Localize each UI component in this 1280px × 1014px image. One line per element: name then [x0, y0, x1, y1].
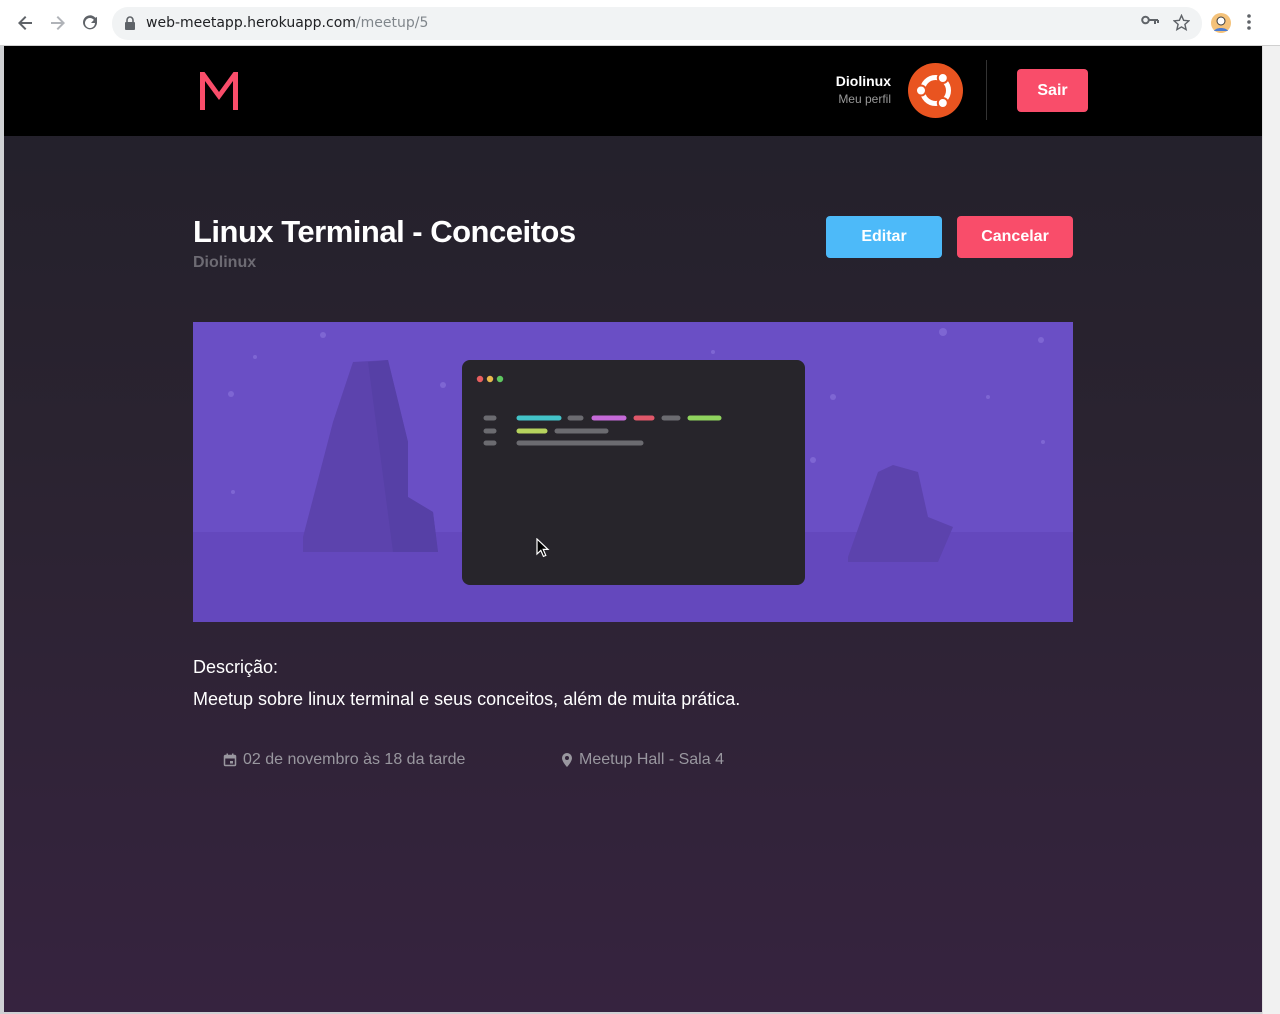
- address-bar[interactable]: web-meetapp.herokuapp.com/meetup/5: [112, 7, 1202, 40]
- meetup-banner-image: [193, 322, 1073, 622]
- cancel-button[interactable]: Cancelar: [957, 216, 1073, 258]
- description-label: Descrição:: [193, 657, 279, 677]
- scrollbar[interactable]: [1262, 46, 1280, 1014]
- user-name: Diolinux: [835, 73, 891, 89]
- meetup-date: 02 de novembro às 18 da tarde: [223, 751, 465, 769]
- meetup-location: Meetup Hall - Sala 4: [561, 751, 724, 769]
- back-arrow-icon[interactable]: [14, 12, 36, 34]
- forward-arrow-icon[interactable]: [47, 12, 69, 34]
- extension-icon[interactable]: [1210, 12, 1232, 34]
- description-text: Meetup sobre linux terminal e seus conce…: [193, 689, 741, 709]
- app-header: Diolinux Meu perfil Sair: [4, 46, 1262, 136]
- meetup-organizer: Diolinux: [193, 254, 257, 271]
- location-pin-icon: [562, 753, 572, 767]
- browser-toolbar: web-meetapp.herokuapp.com/meetup/5: [0, 0, 1280, 46]
- logout-button[interactable]: Sair: [1017, 69, 1088, 112]
- url-host: web-meetapp.herokuapp.com: [146, 15, 356, 31]
- url-text: web-meetapp.herokuapp.com/meetup/5: [146, 15, 428, 32]
- url-path: /meetup/5: [355, 15, 429, 31]
- calendar-icon: [223, 753, 237, 767]
- header-divider: [986, 60, 987, 120]
- bookmark-star-icon[interactable]: [1173, 14, 1190, 31]
- more-menu-icon[interactable]: [1247, 14, 1251, 30]
- key-icon[interactable]: [1141, 15, 1159, 25]
- lock-icon: [125, 16, 135, 30]
- profile-link[interactable]: Meu perfil: [838, 92, 891, 106]
- meetup-date-text: 02 de novembro às 18 da tarde: [243, 751, 466, 768]
- mouse-cursor-icon: [536, 538, 550, 558]
- terminal-illustration: [193, 322, 1073, 622]
- meetapp-logo-icon[interactable]: [197, 68, 241, 112]
- meetup-location-text: Meetup Hall - Sala 4: [579, 751, 724, 768]
- meetup-title: Linux Terminal - Conceitos: [193, 214, 576, 249]
- avatar[interactable]: [908, 63, 963, 118]
- edit-button[interactable]: Editar: [826, 216, 942, 258]
- page-viewport: Diolinux Meu perfil Sair Linux Terminal …: [4, 46, 1262, 1012]
- reload-icon[interactable]: [79, 12, 101, 34]
- ubuntu-logo-icon: [915, 72, 951, 109]
